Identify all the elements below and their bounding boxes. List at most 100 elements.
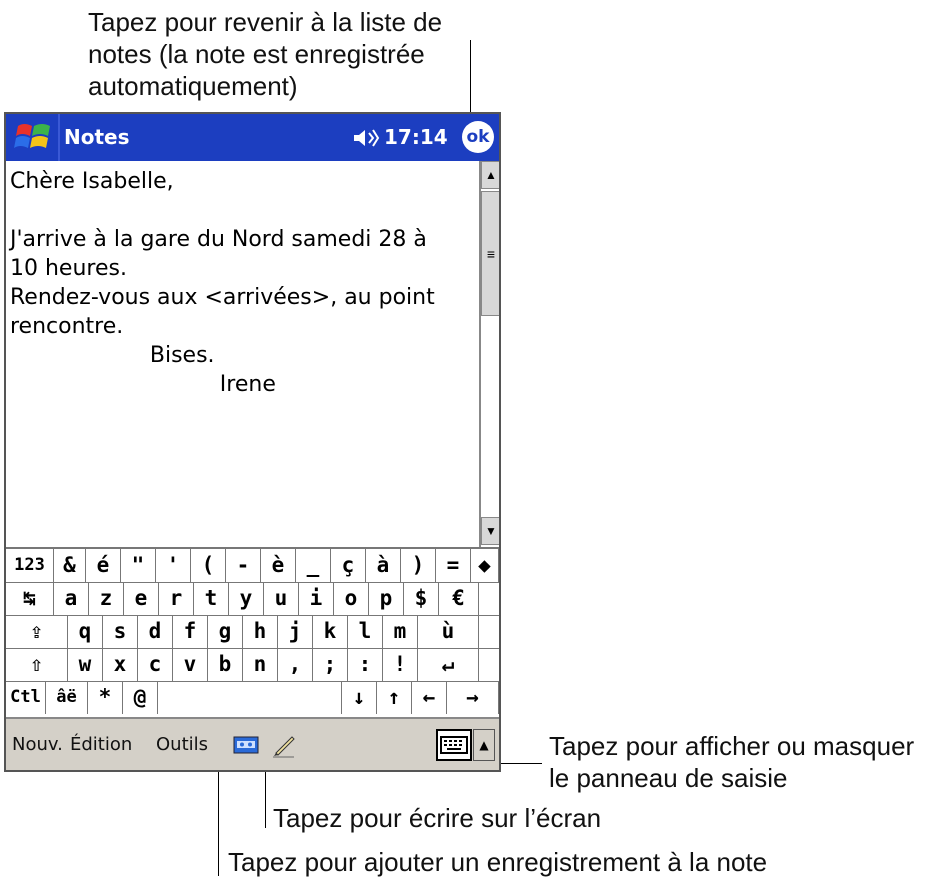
note-text-area[interactable]: Chère Isabelle, J'arrive à la gare du No…: [6, 161, 476, 547]
key[interactable]: f: [173, 615, 208, 648]
keyboard-icon[interactable]: [436, 729, 472, 761]
key[interactable]: !: [383, 648, 418, 681]
key[interactable]: é: [86, 549, 121, 582]
note-line: Bises.: [10, 343, 215, 368]
key[interactable]: q: [68, 615, 103, 648]
keyboard-row: ⇪ q s d f g h j k l m ù: [6, 615, 499, 649]
cassette-icon[interactable]: [233, 735, 259, 755]
key[interactable]: p: [369, 582, 404, 615]
pen-callout-leader: [265, 772, 266, 828]
key[interactable]: s: [103, 615, 138, 648]
key[interactable]: &: [54, 549, 86, 582]
key[interactable]: b: [208, 648, 243, 681]
key[interactable]: ◆: [471, 549, 499, 582]
key[interactable]: o: [334, 582, 369, 615]
key[interactable]: =: [436, 549, 471, 582]
key[interactable]: h: [243, 615, 278, 648]
keyboard-row: ⇧ w x c v b n,;:! ↵: [6, 648, 499, 682]
scroll-up-button[interactable]: ▲: [481, 161, 499, 189]
ok-callout-leader: [470, 40, 471, 120]
key[interactable]: :: [348, 648, 383, 681]
key[interactable]: ç: [331, 549, 366, 582]
key[interactable]: c: [138, 648, 173, 681]
key[interactable]: ): [401, 549, 436, 582]
key[interactable]: $: [404, 582, 439, 615]
key[interactable]: j: [278, 615, 313, 648]
pen-icon[interactable]: [270, 731, 298, 759]
key[interactable]: ': [156, 549, 191, 582]
key[interactable]: à: [366, 549, 401, 582]
input-panel-arrow-button[interactable]: ▲: [473, 729, 495, 761]
keyboard-row: Ctl âë * @ ↓ ↑ ← →: [6, 681, 499, 714]
menu-edit[interactable]: Édition: [70, 734, 132, 755]
key[interactable]: @: [123, 681, 158, 714]
key[interactable]: ↵: [418, 648, 479, 681]
sip-callout-line2: le panneau de saisie: [549, 763, 788, 793]
speaker-icon[interactable]: [352, 126, 380, 150]
key[interactable]: ⇪: [6, 615, 68, 648]
note-line: [10, 196, 476, 225]
key[interactable]: e: [124, 582, 159, 615]
key[interactable]: €: [439, 582, 479, 615]
pen-callout: Tapez pour écrire sur l’écran: [273, 803, 602, 833]
key[interactable]: ;: [313, 648, 348, 681]
key[interactable]: z: [89, 582, 124, 615]
menu-tools[interactable]: Outils: [156, 734, 208, 755]
key[interactable]: x: [103, 648, 138, 681]
key[interactable]: →: [447, 681, 499, 714]
key[interactable]: ": [121, 549, 156, 582]
key[interactable]: 123: [6, 549, 54, 582]
key[interactable]: d: [138, 615, 173, 648]
key[interactable]: t: [194, 582, 229, 615]
key[interactable]: ↹: [6, 582, 54, 615]
key[interactable]: m: [383, 615, 418, 648]
key[interactable]: ←: [412, 681, 447, 714]
key[interactable]: -: [226, 549, 261, 582]
recording-callout: Tapez pour ajouter un enregistrement à l…: [228, 847, 768, 877]
key[interactable]: ⇧: [6, 648, 68, 681]
key[interactable]: n: [243, 648, 278, 681]
ok-callout-line3: automatiquement): [88, 71, 298, 101]
key[interactable]: g: [208, 615, 243, 648]
key[interactable]: è: [261, 549, 296, 582]
key[interactable]: âë: [46, 681, 88, 714]
key[interactable]: ù: [418, 615, 479, 648]
windows-flag-icon[interactable]: [12, 120, 56, 156]
key[interactable]: a: [54, 582, 89, 615]
key[interactable]: v: [173, 648, 208, 681]
key[interactable]: _: [296, 549, 331, 582]
menu-bar: Nouv. Édition Outils ▲: [6, 717, 499, 770]
key[interactable]: i: [299, 582, 334, 615]
menu-new[interactable]: Nouv.: [12, 734, 63, 755]
scroll-thumb[interactable]: ≡: [481, 191, 499, 316]
title-bar: Notes 17:14 ok: [6, 114, 499, 161]
key[interactable]: [158, 681, 342, 714]
key[interactable]: ↓: [342, 681, 377, 714]
key[interactable]: w: [68, 648, 103, 681]
app-title: Notes: [64, 125, 130, 149]
ok-callout-line2: notes (la note est enregistrée: [88, 39, 425, 69]
key[interactable]: (: [191, 549, 226, 582]
keyboard-row: 123 & é " '(- è _ ç à) = ◆: [6, 549, 499, 583]
keyboard-row: ↹ a z e r t y u i o p $ €: [6, 582, 499, 616]
note-line: 10 heures.: [10, 256, 127, 281]
ok-button[interactable]: ok: [462, 121, 494, 153]
note-line: J'arrive à la gare du Nord samedi 28 à: [10, 227, 427, 252]
key[interactable]: r: [159, 582, 194, 615]
note-line: Rendez-vous aux <arrivées>, au point: [10, 285, 435, 310]
key[interactable]: y: [229, 582, 264, 615]
key[interactable]: *: [88, 681, 123, 714]
clock[interactable]: 17:14: [384, 125, 448, 149]
title-divider: [58, 114, 60, 161]
note-line: Chère Isabelle,: [10, 169, 174, 194]
soft-keyboard: 123 & é " '(- è _ ç à) = ◆ ↹ a z e r t y u i o p $ € ⇪ q s d f g h j k…: [6, 547, 499, 717]
scroll-down-button[interactable]: ▼: [481, 517, 499, 545]
key[interactable]: l: [348, 615, 383, 648]
note-line: rencontre.: [10, 314, 124, 339]
key[interactable]: u: [264, 582, 299, 615]
key[interactable]: Ctl: [6, 681, 46, 714]
key[interactable]: ,: [278, 648, 313, 681]
key[interactable]: k: [313, 615, 348, 648]
key[interactable]: ↑: [377, 681, 412, 714]
vertical-scrollbar[interactable]: ▲ ≡ ▼: [479, 161, 499, 547]
